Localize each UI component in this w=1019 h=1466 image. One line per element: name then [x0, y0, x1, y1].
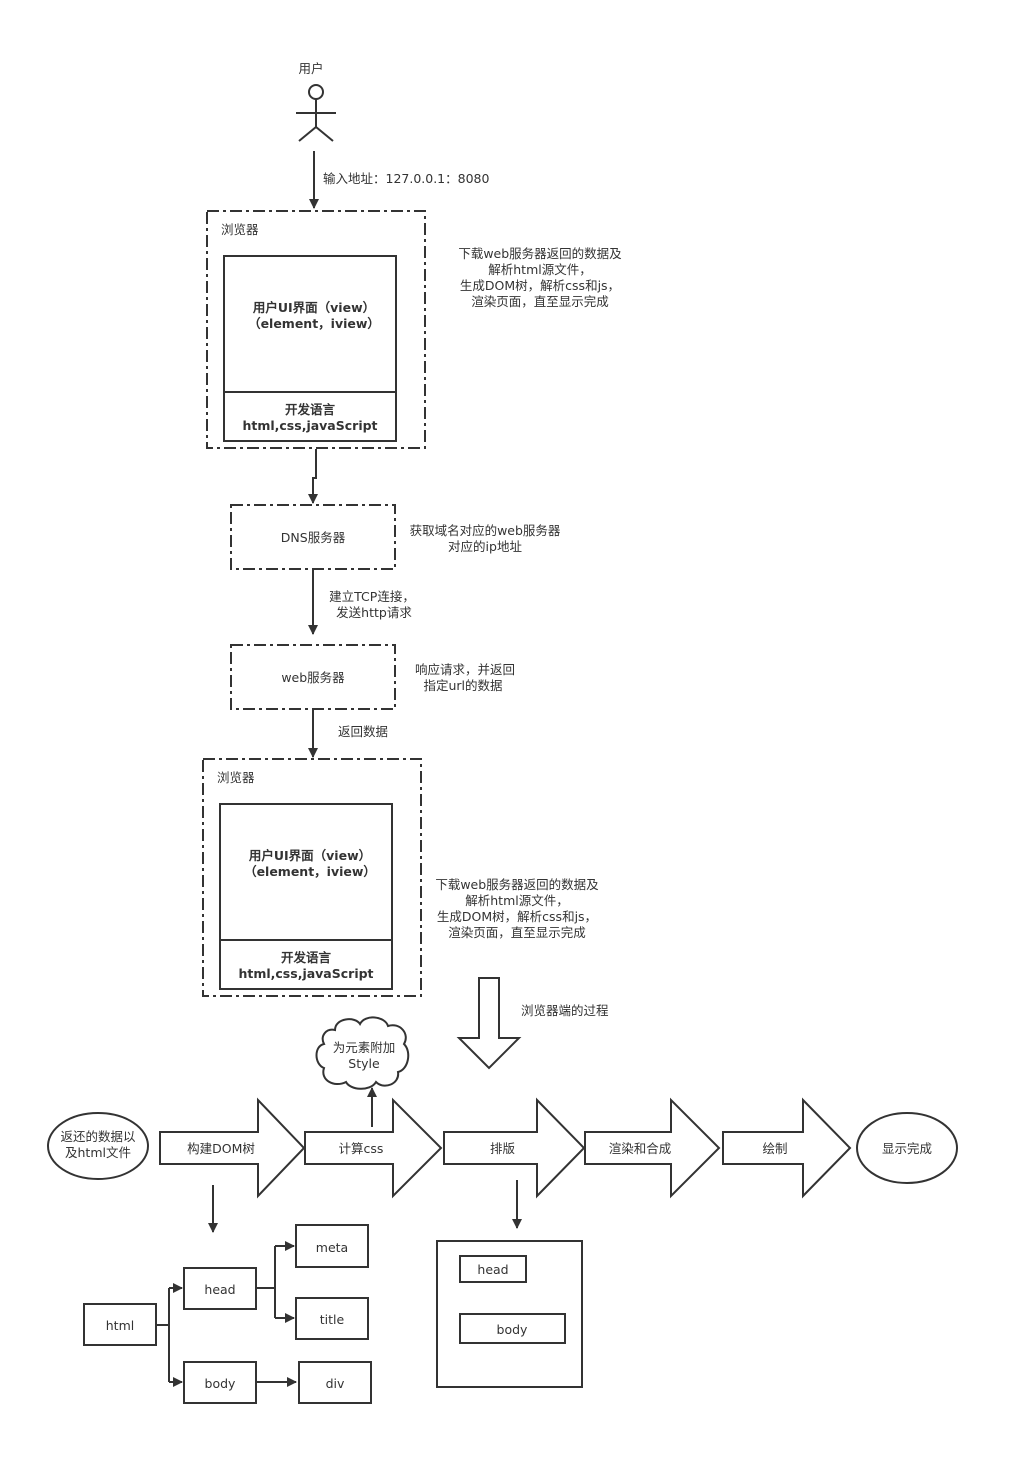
lang-value: html,css,javaScript	[242, 418, 377, 433]
dns-note: 获取域名对应的web服务器 对应的ip地址	[410, 523, 561, 554]
svg-text:建立TCP连接，: 建立TCP连接，	[329, 589, 415, 604]
svg-text:head: head	[477, 1262, 508, 1277]
browser-container-bottom: 浏览器 用户UI界面（view） （element，iview） 开发语言 ht…	[202, 758, 422, 997]
svg-text:Style: Style	[348, 1056, 380, 1071]
lang-value: html,css,javaScript	[238, 966, 373, 981]
user-label: 用户	[298, 61, 323, 76]
browser-container-top: 浏览器 用户UI界面（view） （element，iview） 开发语言 ht…	[206, 210, 426, 449]
svg-text:渲染页面，直至显示完成: 渲染页面，直至显示完成	[471, 294, 609, 309]
svg-text:解析html源文件，: 解析html源文件，	[465, 893, 568, 908]
web-server-box: web服务器	[230, 644, 396, 710]
dns-label: DNS服务器	[281, 530, 346, 545]
lang-title: 开发语言	[281, 950, 332, 965]
svg-text:响应请求，并返回: 响应请求，并返回	[415, 662, 515, 677]
svg-text:head: head	[204, 1282, 235, 1297]
svg-text:发送http请求: 发送http请求	[336, 605, 412, 620]
ui-label-line2: （element，iview）	[244, 864, 376, 879]
user-actor: 用户	[296, 61, 336, 142]
browser-title: 浏览器	[221, 222, 259, 237]
process-step-arrow: 绘制	[722, 1097, 852, 1199]
svg-text:及html文件: 及html文件	[65, 1145, 131, 1160]
edge-label-input-address: 输入地址：127.0.0.1：8080	[323, 171, 489, 186]
svg-text:title: title	[320, 1312, 345, 1327]
process-step-label: 构建DOM树	[187, 1141, 255, 1156]
process-step-label: 计算css	[339, 1141, 384, 1156]
big-down-arrow	[456, 977, 522, 1070]
process-step-label: 渲染和合成	[609, 1141, 672, 1156]
browser-top-note: 下载web服务器返回的数据及 解析html源文件， 生成DOM树，解析css和j…	[458, 246, 622, 309]
svg-text:返还的数据以: 返还的数据以	[60, 1129, 136, 1144]
svg-text:渲染页面，直至显示完成: 渲染页面，直至显示完成	[448, 925, 586, 940]
ui-label-line2: （element，iview）	[248, 316, 380, 331]
process-step-arrow: 构建DOM树	[159, 1097, 306, 1199]
svg-text:html: html	[106, 1318, 134, 1333]
svg-text:获取域名对应的web服务器: 获取域名对应的web服务器	[410, 523, 561, 538]
svg-text:为元素附加: 为元素附加	[333, 1040, 396, 1055]
flow-diagram: 用户 输入地址：127.0.0.1：8080 浏览器 用户UI界面（view） …	[47, 61, 958, 1404]
layout-box: head body	[436, 1240, 583, 1388]
svg-text:body: body	[205, 1376, 237, 1391]
process-step-arrow: 排版	[443, 1097, 586, 1199]
svg-text:下载web服务器返回的数据及: 下载web服务器返回的数据及	[435, 877, 599, 892]
start-ellipse: 返还的数据以 及html文件	[47, 1112, 149, 1180]
svg-text:div: div	[326, 1376, 345, 1391]
process-steps: 构建DOM树 计算css 排版 渲染和合成 绘制	[159, 1097, 852, 1199]
process-label: 浏览器端的过程	[521, 1003, 609, 1018]
svg-text:显示完成: 显示完成	[882, 1141, 932, 1156]
ui-label-line1: 用户UI界面（view）	[248, 848, 371, 863]
dns-server-box: DNS服务器	[230, 504, 396, 570]
svg-text:对应的ip地址: 对应的ip地址	[448, 539, 522, 554]
person-icon	[296, 84, 336, 142]
process-step-label: 绘制	[762, 1141, 787, 1156]
webserver-label: web服务器	[281, 670, 345, 685]
svg-text:body: body	[497, 1322, 529, 1337]
cloud-style-note: 为元素附加 Style	[315, 1016, 410, 1090]
dom-tree: html head body meta title div	[83, 1224, 372, 1404]
browser-bottom-note: 下载web服务器返回的数据及 解析html源文件， 生成DOM树，解析css和j…	[435, 877, 599, 940]
edge-label-return-data: 返回数据	[338, 724, 388, 739]
edge-label-tcp: 建立TCP连接， 发送http请求	[329, 589, 415, 620]
svg-text:meta: meta	[316, 1240, 348, 1255]
webserver-note: 响应请求，并返回 指定url的数据	[415, 662, 515, 693]
svg-text:下载web服务器返回的数据及: 下载web服务器返回的数据及	[458, 246, 622, 261]
process-step-label: 排版	[490, 1141, 516, 1156]
svg-text:解析html源文件，: 解析html源文件，	[488, 262, 591, 277]
process-step-arrow: 渲染和合成	[584, 1097, 721, 1199]
svg-text:生成DOM树，解析css和js，: 生成DOM树，解析css和js，	[460, 278, 620, 293]
browser-title: 浏览器	[217, 770, 255, 785]
end-ellipse: 显示完成	[856, 1112, 958, 1184]
ui-label-line1: 用户UI界面（view）	[252, 300, 375, 315]
svg-text:指定url的数据: 指定url的数据	[423, 678, 502, 693]
lang-title: 开发语言	[285, 402, 336, 417]
svg-text:生成DOM树，解析css和js，: 生成DOM树，解析css和js，	[437, 909, 597, 924]
arrow-browser-to-dns	[308, 449, 318, 504]
